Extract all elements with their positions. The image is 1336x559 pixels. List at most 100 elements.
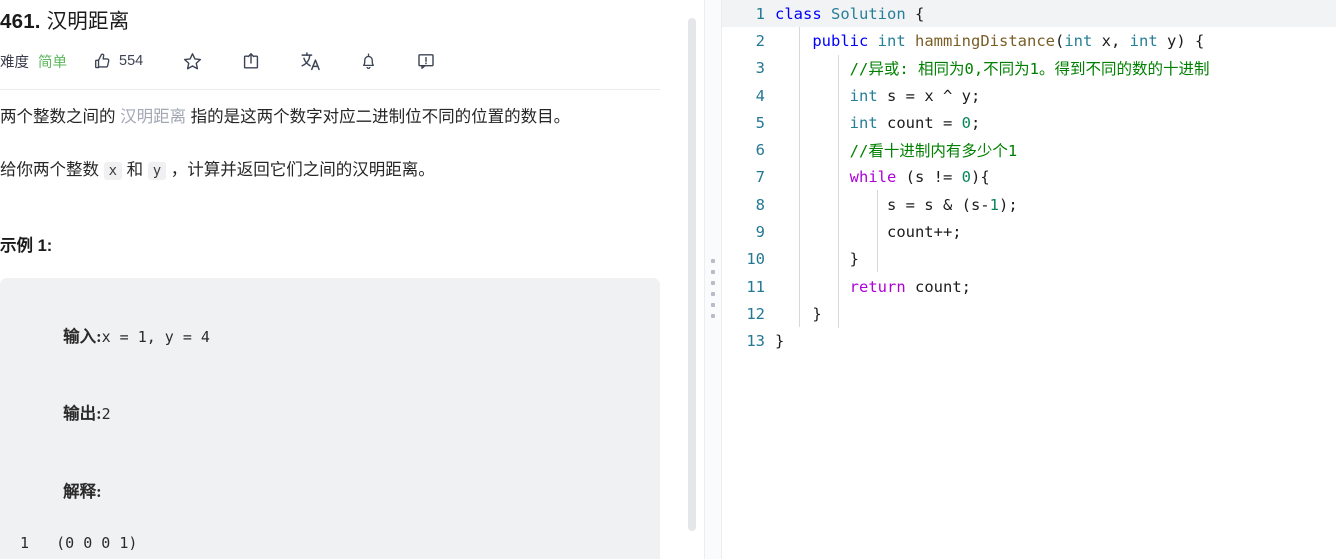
- code-line[interactable]: 13}: [722, 328, 1336, 355]
- line-number: 10: [746, 250, 765, 269]
- para2-before: 给你两个整数: [0, 161, 104, 179]
- like-button[interactable]: 554: [93, 46, 143, 76]
- example-output-label: 输出:: [63, 404, 102, 423]
- code-token: s = s & (s-: [775, 195, 990, 214]
- description-content: 461. 汉明距离 难度 简单 554 两个整数之间的 汉明距离 指的是这两个数…: [0, 0, 681, 559]
- code-token: count;: [905, 277, 971, 296]
- code-token: y) {: [1157, 31, 1205, 50]
- code-token: 0: [961, 113, 971, 132]
- example-output-line: 输出:2: [20, 376, 660, 454]
- line-number: 5: [755, 113, 765, 132]
- code-line[interactable]: 3 //异或: 相同为0,不同为1。得到不同的数的十进制: [722, 55, 1336, 82]
- description-paragraph-1: 两个整数之间的 汉明距离 指的是这两个数字对应二进制位不同的位置的数目。: [0, 103, 652, 131]
- code-line-text: int s = x ^ y;: [775, 86, 981, 105]
- problem-number: 461.: [0, 10, 41, 33]
- code-line-text: //异或: 相同为0,不同为1。得到不同的数的十进制: [775, 57, 1210, 79]
- code-token: int: [877, 31, 906, 50]
- line-number: 6: [755, 141, 765, 160]
- translate-icon: [299, 50, 321, 72]
- share-button[interactable]: [241, 46, 261, 76]
- line-number: 7: [755, 168, 765, 187]
- code-line[interactable]: 2 public int hammingDistance(int x, int …: [722, 27, 1336, 54]
- code-line[interactable]: 1 class Solution {: [722, 0, 1336, 28]
- status-badge-difficulty: 简单: [38, 54, 67, 71]
- notification-button[interactable]: [359, 46, 378, 76]
- code-line[interactable]: 11 return count;: [722, 273, 1336, 300]
- code-token: ){: [971, 168, 990, 187]
- star-icon: [182, 51, 203, 72]
- code-line[interactable]: 8 s = s & (s-1);: [722, 191, 1336, 218]
- para2-middle: 和: [122, 161, 148, 179]
- para1-after: 指的是这两个数字对应二进制位不同的位置的数目。: [186, 108, 571, 126]
- code-token: s = x ^ y;: [877, 86, 981, 105]
- code-editor[interactable]: 1 class Solution { 2 public int hammingDis…: [722, 0, 1336, 559]
- code-token: }: [775, 332, 785, 351]
- thumbs-up-icon: [93, 52, 112, 71]
- example-bits-line-1: 1 (0 0 0 1): [20, 533, 138, 552]
- code-line[interactable]: 5 int count = 0;: [722, 109, 1336, 136]
- translate-button[interactable]: [299, 46, 321, 76]
- code-token: return: [849, 277, 906, 296]
- code-token: //看十进制内有多少个1: [849, 142, 1018, 161]
- code-token: int: [1064, 31, 1093, 50]
- bell-icon: [359, 52, 378, 71]
- example-heading: 示例 1:: [0, 237, 53, 255]
- like-count: 554: [119, 53, 144, 69]
- handle-dot: [711, 303, 715, 307]
- code-token: count++;: [775, 223, 962, 242]
- problem-meta-row: 难度 简单 554: [0, 43, 661, 79]
- code-token: }: [775, 250, 859, 269]
- example-explain-label: 解释:: [63, 481, 102, 501]
- pane-splitter[interactable]: [704, 0, 722, 559]
- handle-dot: [711, 259, 715, 263]
- example-block: 输入:x = 1, y = 4 输出:2 解释: 1 (0 0 0 1) 4 (…: [0, 278, 660, 559]
- discussion-icon: [416, 51, 436, 71]
- problem-title-text: 汉明距离: [46, 10, 130, 33]
- share-icon: [241, 51, 261, 71]
- code-line-text: class Solution {: [775, 5, 924, 23]
- hamming-distance-link[interactable]: 汉明距离: [120, 108, 186, 126]
- code-token: int: [849, 86, 878, 105]
- code-line-text: }: [775, 332, 784, 350]
- code-line-text: public int hammingDistance(int x, int y)…: [775, 32, 1204, 50]
- code-token: (s !=: [896, 168, 962, 187]
- code-line[interactable]: 6 //看十进制内有多少个1: [722, 136, 1336, 163]
- handle-dot: [711, 314, 715, 318]
- handle-dot: [711, 281, 715, 285]
- code-line-text: int count = 0;: [775, 113, 981, 132]
- code-token: (: [1055, 31, 1065, 50]
- description-scrollbar-thumb[interactable]: [688, 18, 696, 531]
- line-number: 2: [755, 31, 765, 50]
- line-number: 12: [746, 304, 765, 323]
- code-line-text: while (s != 0){: [775, 168, 990, 186]
- code-line[interactable]: 10 }: [722, 246, 1336, 273]
- leetcode-problem-workspace: 461. 汉明距离 难度 简单 554 两个整数之间的 汉明距离 指的是这两个数…: [0, 0, 1336, 559]
- code-token: x,: [1092, 31, 1130, 50]
- code-token: class: [775, 4, 822, 23]
- favorite-button[interactable]: [182, 46, 203, 76]
- splitter-drag-handle[interactable]: [711, 259, 715, 318]
- code-token: count =: [877, 113, 962, 132]
- code-line[interactable]: 4 int s = x ^ y;: [722, 82, 1336, 109]
- discussion-button[interactable]: [416, 46, 436, 76]
- code-line-text: }: [775, 305, 821, 323]
- code-line-text: }: [775, 250, 859, 268]
- code-token: public: [812, 31, 869, 50]
- code-line[interactable]: 12 }: [722, 300, 1336, 327]
- code-line-text: count++;: [775, 223, 962, 241]
- inline-code-y: y: [147, 162, 167, 180]
- line-number: 8: [755, 195, 765, 214]
- code-line[interactable]: 9 count++;: [722, 218, 1336, 245]
- code-lines-container[interactable]: 1 class Solution { 2 public int hammingDis…: [722, 0, 1336, 355]
- line-number: 11: [746, 277, 765, 296]
- code-line[interactable]: 7 while (s != 0){: [722, 164, 1336, 191]
- code-token: hammingDistance: [915, 31, 1055, 50]
- divider: [0, 89, 660, 90]
- line-number: 1: [755, 4, 765, 23]
